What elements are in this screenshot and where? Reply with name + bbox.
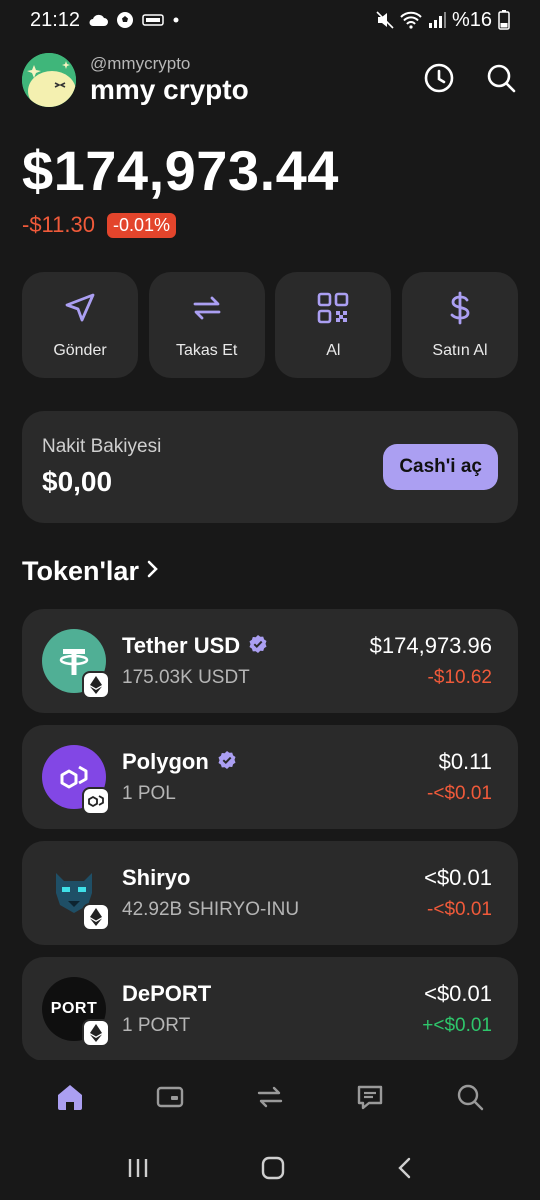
token-name: DePORT <box>122 981 212 1006</box>
token-usd-value: $0.11 <box>438 749 492 774</box>
football-icon <box>116 11 134 29</box>
deport-logo-text: PORT <box>50 1000 98 1017</box>
verified-icon <box>248 634 268 659</box>
token-name: Polygon <box>122 749 209 774</box>
nav-swap[interactable] <box>240 1069 300 1129</box>
tether-logo-icon <box>42 629 110 699</box>
token-change: -$10.62 <box>427 667 492 688</box>
balance-change: -$11.30 -0.01% <box>22 212 177 238</box>
token-row-shiryo[interactable]: Shiryo 42.92B SHIRYO-INU <$0.01 -<$0.01 <box>22 841 518 945</box>
token-usd-value: $174,973.96 <box>369 633 492 658</box>
ethereum-icon <box>82 671 110 699</box>
receive-button[interactable]: Al <box>275 272 392 378</box>
buy-button[interactable]: Satın Al <box>401 272 518 378</box>
receive-label: Al <box>326 341 341 359</box>
tokens-section-header[interactable]: Token'lar <box>22 556 161 587</box>
cash-balance-card: Nakit Bakiyesi $0,00 Cash'i aç <box>22 411 518 523</box>
swap-label: Takas Et <box>175 341 238 359</box>
swap-icon <box>190 291 224 330</box>
wallet-handle: @mmycrypto <box>90 54 191 73</box>
token-amount: 1 PORT <box>122 1015 191 1036</box>
back-button[interactable] <box>396 1156 414 1185</box>
token-change: +<$0.01 <box>422 1015 492 1036</box>
token-row-deport[interactable]: PORT DePORT 1 PORT <$0.01 +<$0.01 <box>22 957 518 1061</box>
tokens-title: Token'lar <box>22 556 139 586</box>
change-percent-badge: -0.01% <box>106 212 177 238</box>
swap-icon <box>255 1082 285 1117</box>
nav-home[interactable] <box>40 1069 100 1129</box>
wallet-card-icon <box>155 1082 185 1117</box>
search-icon <box>455 1082 485 1117</box>
nav-search[interactable] <box>440 1069 500 1129</box>
recent-apps-button[interactable] <box>126 1157 150 1184</box>
system-nav-bar <box>0 1140 540 1200</box>
token-amount: 175.03K USDT <box>122 667 250 688</box>
chevron-right-icon <box>145 558 161 585</box>
ethereum-icon <box>82 1019 110 1047</box>
home-icon <box>55 1082 85 1117</box>
send-label: Gönder <box>53 341 107 359</box>
bottom-nav <box>0 1060 540 1138</box>
swap-button[interactable]: Takas Et <box>148 272 265 378</box>
history-button[interactable] <box>422 63 456 97</box>
polygon-logo-icon <box>42 745 110 815</box>
app-notification-icon <box>142 13 164 27</box>
status-bar: 21:12 %16 <box>0 0 540 40</box>
token-change: -<$0.01 <box>427 783 492 804</box>
change-amount: -$11.30 <box>22 212 95 237</box>
token-row-polygon[interactable]: Polygon 1 POL $0.11 -<$0.01 <box>22 725 518 829</box>
token-change: -<$0.01 <box>427 899 492 920</box>
send-button[interactable]: Gönder <box>22 272 138 378</box>
cloud-icon <box>88 13 109 27</box>
token-usd-value: <$0.01 <box>424 981 492 1006</box>
chat-icon <box>355 1082 385 1117</box>
wallet-header: @mmycrypto mmy crypto <box>22 52 518 108</box>
status-time: 21:12 <box>30 8 81 31</box>
token-amount: 42.92B SHIRYO-INU <box>122 899 300 920</box>
cash-value: $0,00 <box>42 466 113 497</box>
wifi-icon <box>400 11 422 29</box>
search-button[interactable] <box>484 63 518 97</box>
home-square-icon <box>261 1156 285 1184</box>
shiryo-logo-icon <box>42 861 110 931</box>
token-name: Shiryo <box>122 865 191 890</box>
dollar-icon <box>443 291 477 330</box>
token-usd-value: <$0.01 <box>424 865 492 890</box>
signal-icon <box>428 12 446 28</box>
battery-icon <box>498 10 510 30</box>
deport-logo-icon: PORT <box>42 977 110 1047</box>
cash-title: Nakit Bakiyesi <box>42 436 162 457</box>
battery-percent: %16 <box>451 8 492 31</box>
nav-messages[interactable] <box>340 1069 400 1129</box>
send-icon <box>63 291 97 330</box>
token-row-tether[interactable]: Tether USD 175.03K USDT $174,973.96 -$10… <box>22 609 518 713</box>
home-system-button[interactable] <box>261 1156 285 1185</box>
back-chevron-icon <box>396 1157 414 1184</box>
search-icon <box>485 62 517 99</box>
nav-collectibles[interactable] <box>140 1069 200 1129</box>
open-cash-button[interactable]: Cash'i aç <box>383 444 498 490</box>
buy-label: Satın Al <box>432 341 488 359</box>
wallet-name[interactable]: mmy crypto <box>90 74 422 106</box>
token-name: Tether USD <box>122 633 241 658</box>
recent-apps-icon <box>126 1158 150 1183</box>
verified-icon <box>217 750 237 775</box>
action-buttons: Gönder Takas Et Al Satın Al <box>22 272 518 378</box>
clock-icon <box>423 62 455 99</box>
ethereum-icon <box>82 903 110 931</box>
mute-icon <box>376 11 394 29</box>
polygon-chain-icon <box>82 787 110 815</box>
qr-code-icon <box>316 291 350 330</box>
token-amount: 1 POL <box>122 783 176 804</box>
total-balance: $174,973.44 <box>22 139 339 202</box>
avatar[interactable] <box>22 53 76 107</box>
token-list: Tether USD 175.03K USDT $174,973.96 -$10… <box>22 609 518 1073</box>
dot-icon <box>172 16 180 24</box>
